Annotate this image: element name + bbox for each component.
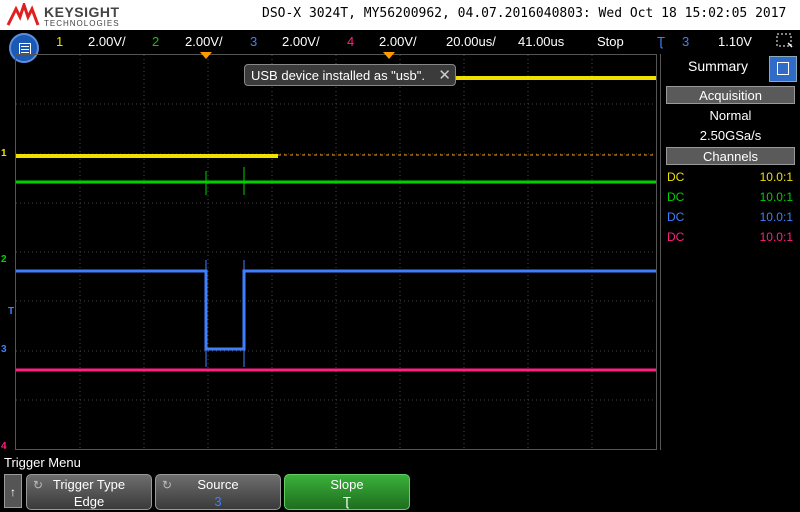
source-value: 3: [214, 494, 222, 509]
menu-title: Trigger Menu: [4, 455, 81, 470]
usb-notification: USB device installed as "usb". ✕: [244, 64, 456, 86]
ch3-scale[interactable]: 2.00V/: [282, 34, 320, 49]
acquisition-mode: Normal: [709, 108, 752, 123]
ch1-probe: 10.0:1: [759, 170, 793, 184]
panel-menu-button[interactable]: [769, 56, 797, 82]
trigger-type-value: Edge: [73, 494, 105, 509]
document-icon: [777, 62, 789, 75]
ch1-scale[interactable]: 2.00V/: [88, 34, 126, 49]
keysight-logo: KEYSIGHT TECHNOLOGIES: [6, 3, 136, 28]
ch2-coupling: DC: [667, 190, 685, 204]
trigger-source[interactable]: 3: [682, 34, 689, 49]
notification-message: USB device installed as "usb".: [251, 68, 425, 83]
keysight-logo-icon: [6, 3, 40, 26]
ch4-number[interactable]: 4: [347, 34, 354, 49]
close-icon[interactable]: ✕: [438, 66, 451, 84]
header-bar: KEYSIGHT TECHNOLOGIES DSO-X 3024T, MY562…: [0, 0, 800, 30]
ch3-coupling: DC: [667, 210, 685, 224]
ch4-ground-marker[interactable]: 4: [1, 441, 7, 452]
source-label: Source: [197, 477, 239, 492]
source-softkey[interactable]: ↻ Source 3: [155, 474, 281, 510]
sample-rate: 2.50GSa/s: [699, 128, 762, 143]
ch2-ground-marker[interactable]: 2: [1, 254, 7, 265]
slope-softkey[interactable]: Slope Ʈ: [284, 474, 410, 510]
trigger-type-label: Trigger Type: [52, 477, 126, 492]
trigger-position-marker[interactable]: [200, 52, 212, 60]
slope-label: Slope: [330, 477, 364, 492]
panel-title[interactable]: Summary: [667, 58, 769, 80]
ch2-number[interactable]: 2: [152, 34, 159, 49]
ch2-probe: 10.0:1: [759, 190, 793, 204]
trigger-type-softkey[interactable]: ↻ Trigger Type Edge: [26, 474, 152, 510]
back-button[interactable]: ↑: [4, 474, 22, 508]
ch3-number[interactable]: 3: [250, 34, 257, 49]
status-bar: 1 2.00V/ 2 2.00V/ 3 2.00V/ 4 2.00V/ 20.0…: [0, 30, 800, 63]
ch1-ground-marker[interactable]: 1: [1, 148, 7, 159]
summary-panel: Summary Acquisition Normal 2.50GSa/s Cha…: [660, 54, 800, 450]
ch3-probe: 10.0:1: [759, 210, 793, 224]
model-info: DSO-X 3024T, MY56200962, 04.07.201604080…: [262, 6, 787, 21]
waveform-display[interactable]: [15, 54, 657, 450]
acquisition-header: Acquisition: [666, 86, 795, 104]
slope-value: Ʈ: [343, 494, 351, 509]
ch4-scale[interactable]: 2.00V/: [379, 34, 417, 49]
ch3-trace: [16, 269, 656, 351]
delay-reference-marker: [383, 52, 395, 59]
delay[interactable]: 41.00us: [518, 34, 564, 49]
trigger-level-marker[interactable]: T: [8, 306, 14, 317]
trigger-slope-icon: Ʈ: [657, 34, 665, 49]
ch1-number[interactable]: 1: [56, 34, 63, 49]
ch1-coupling: DC: [667, 170, 685, 184]
screen-capture-icon[interactable]: [776, 33, 794, 49]
brand-subtitle: TECHNOLOGIES: [44, 19, 120, 28]
ch3-ground-marker[interactable]: 3: [1, 344, 7, 355]
trigger-level[interactable]: 1.10V: [718, 34, 752, 49]
ch4-probe: 10.0:1: [759, 230, 793, 244]
channels-header: Channels: [666, 147, 795, 165]
brand-name: KEYSIGHT: [44, 4, 120, 20]
graticule: [16, 55, 656, 449]
timebase[interactable]: 20.00us/: [446, 34, 496, 49]
ch2-scale[interactable]: 2.00V/: [185, 34, 223, 49]
run-state[interactable]: Stop: [597, 34, 624, 49]
ch4-coupling: DC: [667, 230, 685, 244]
